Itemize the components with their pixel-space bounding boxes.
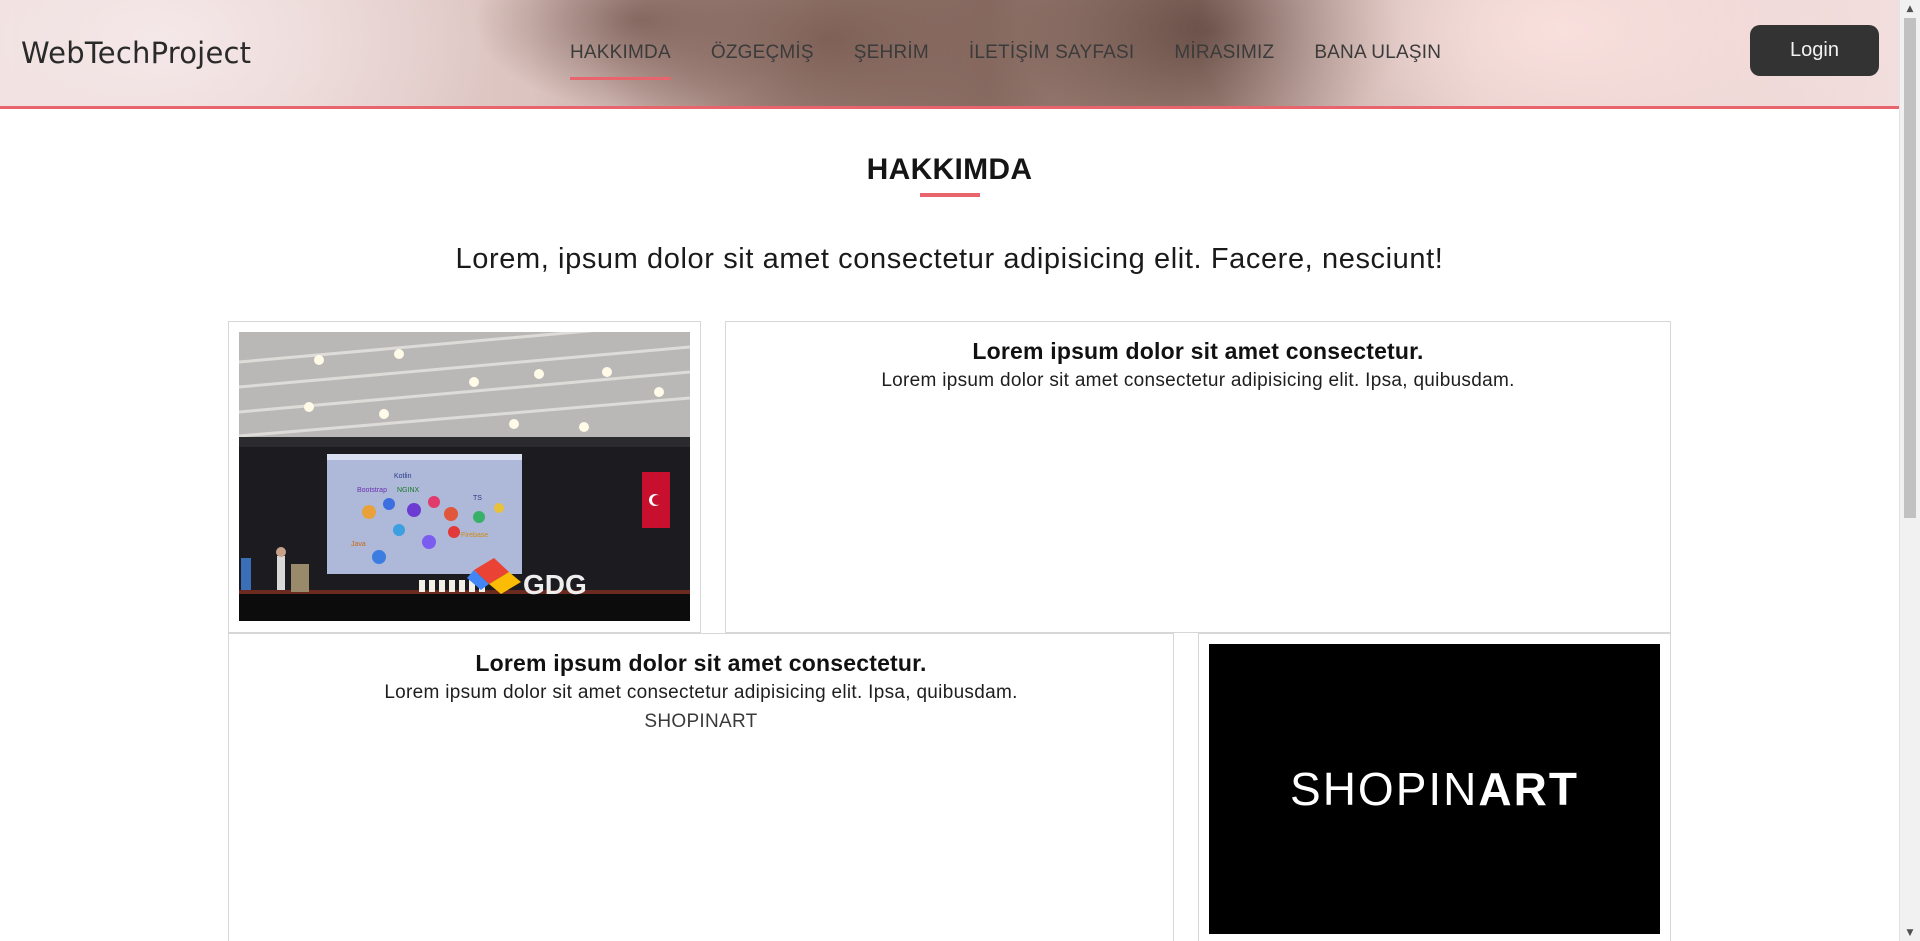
scroll-down-arrow-icon[interactable]: ▼ xyxy=(1900,924,1920,941)
nav-item-ozgecmis[interactable]: ÖZGEÇMİŞ xyxy=(711,0,814,106)
nav-item-hakkimda[interactable]: HAKKIMDA xyxy=(570,0,671,106)
card-heading: Lorem ipsum dolor sit amet consectetur. xyxy=(475,650,927,676)
shopinart-logo: SHOPINART xyxy=(1209,644,1660,934)
nav-item-sehrim[interactable]: ŞEHRİM xyxy=(854,0,929,106)
site-header: WebTechProject HAKKIMDA ÖZGEÇMİŞ ŞEHRİM … xyxy=(0,0,1899,109)
card-text: Lorem ipsum dolor sit amet consectetur a… xyxy=(881,370,1515,391)
main-nav: HAKKIMDA ÖZGEÇMİŞ ŞEHRİM İLETİŞİM SAYFAS… xyxy=(570,0,1481,106)
photo-card: Kotlin NGINX TS Java Bootstrap Firebase xyxy=(228,321,701,633)
section-lead: Lorem, ipsum dolor sit amet consectetur … xyxy=(455,243,1444,275)
screen-word-kotlin: Kotlin xyxy=(394,473,412,480)
shopinart-logo-text: SHOPINART xyxy=(1290,762,1579,816)
page-scrollbar[interactable]: ▲ ▼ xyxy=(1899,0,1920,941)
screen-word-ts: TS xyxy=(473,495,482,502)
nav-item-iletisim-sayfasi[interactable]: İLETİŞİM SAYFASI xyxy=(969,0,1134,106)
logo-bold-part: ART xyxy=(1478,763,1579,815)
section-title: HAKKIMDA xyxy=(866,153,1033,186)
brand-logo[interactable]: WebTechProject xyxy=(21,36,251,70)
info-card-1: Lorem ipsum dolor sit amet consectetur. … xyxy=(725,321,1671,633)
logo-card: SHOPINART xyxy=(1198,633,1671,941)
screen-word-firebase: Firebase xyxy=(461,532,488,539)
screen-word-bootstrap: Bootstrap xyxy=(357,487,387,494)
screen-word-java: Java xyxy=(351,541,366,548)
scroll-up-arrow-icon[interactable]: ▲ xyxy=(1900,0,1920,17)
nav-item-bana-ulasin[interactable]: BANA ULAŞIN xyxy=(1314,0,1441,106)
card-brand-label: SHOPINART xyxy=(644,711,758,732)
card-heading: Lorem ipsum dolor sit amet consectetur. xyxy=(972,338,1424,364)
gdg-logo-text: GDG xyxy=(523,569,587,600)
card-text: Lorem ipsum dolor sit amet consectetur a… xyxy=(384,682,1018,703)
login-button[interactable]: Login xyxy=(1750,25,1879,76)
conference-stage-photo-icon: Kotlin NGINX TS Java Bootstrap Firebase xyxy=(239,332,690,621)
scroll-thumb[interactable] xyxy=(1904,18,1916,518)
info-card-2: Lorem ipsum dolor sit amet consectetur. … xyxy=(228,633,1174,941)
nav-item-mirasimiz[interactable]: MİRASIMIZ xyxy=(1174,0,1274,106)
logo-light-part: SHOPIN xyxy=(1290,763,1479,815)
screen-word-nginx: NGINX xyxy=(397,487,420,494)
title-underline xyxy=(920,193,980,197)
